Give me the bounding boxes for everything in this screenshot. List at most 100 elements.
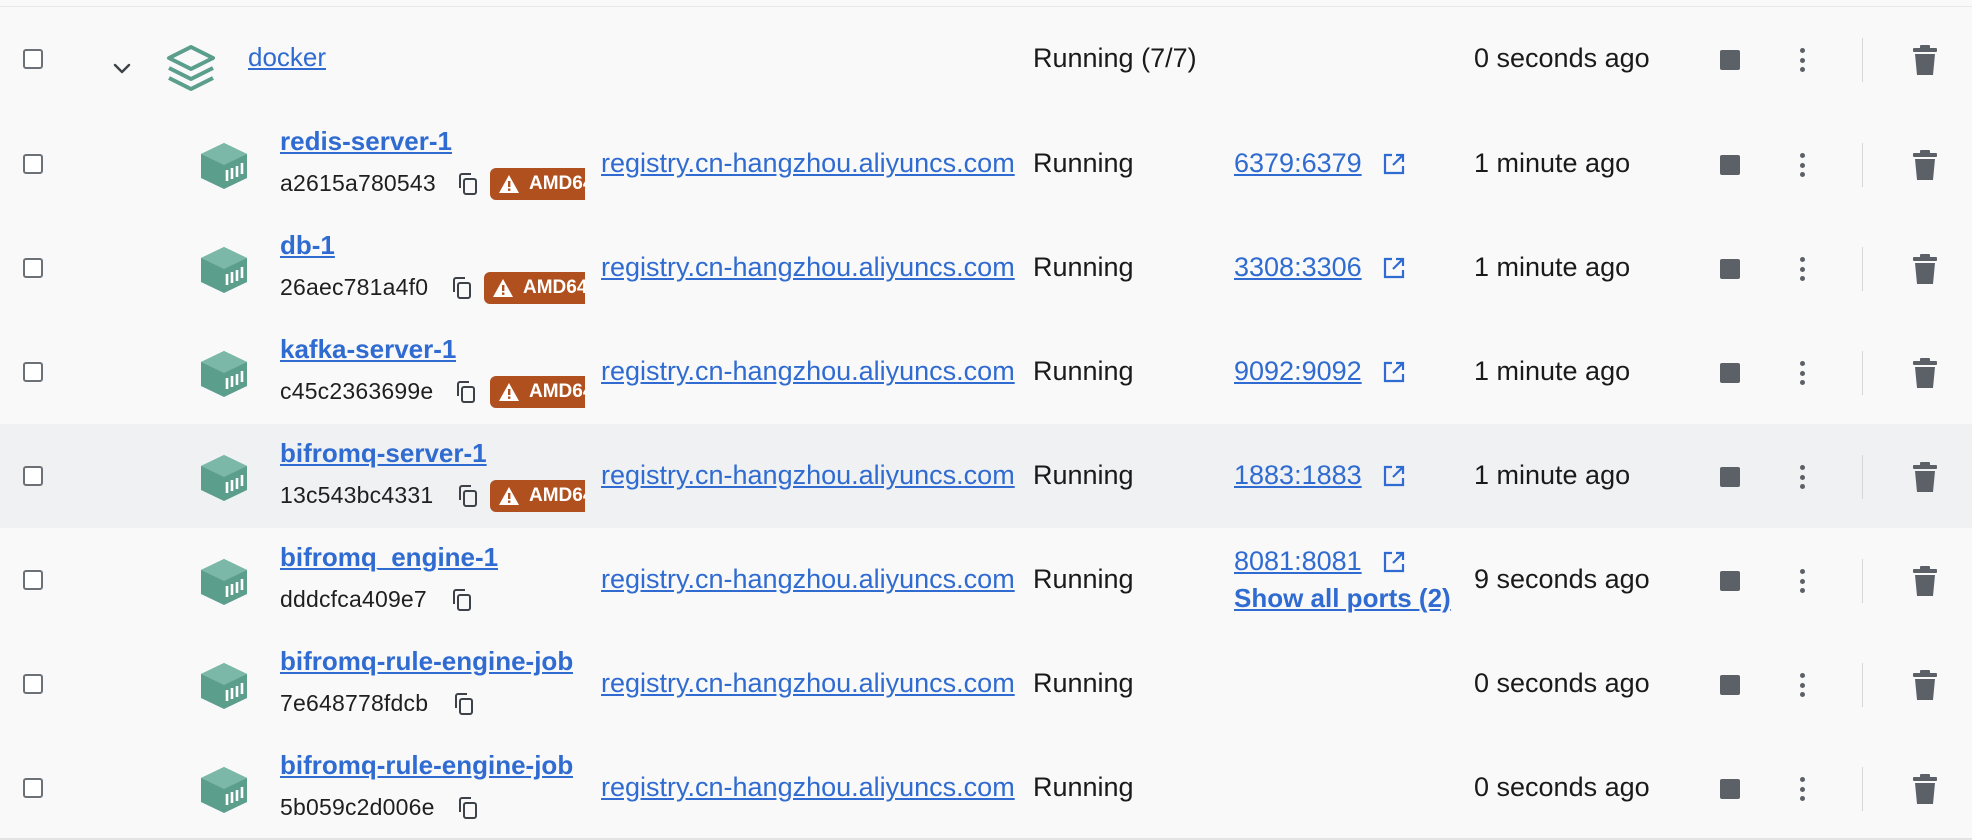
container-id: dddcfca409e7 — [280, 586, 427, 612]
external-link-icon[interactable] — [1382, 550, 1406, 574]
group-name-link[interactable]: docker — [248, 42, 326, 73]
action-divider — [1862, 767, 1863, 811]
compose-group-row[interactable]: docker Running (7/7) 0 seconds ago — [0, 7, 1972, 111]
row-select-checkbox[interactable] — [23, 154, 43, 174]
container-id: c45c2363699e — [280, 378, 434, 404]
external-link-icon[interactable] — [1382, 152, 1406, 176]
container-status: Running — [1033, 252, 1134, 282]
row-select-checkbox[interactable] — [23, 778, 43, 798]
container-icon — [201, 455, 247, 501]
image-link-text[interactable]: registry.cn-hangzhou.aliyuncs.com — [601, 668, 1015, 698]
trash-icon[interactable] — [1912, 461, 1938, 493]
row-select-checkbox[interactable] — [23, 258, 43, 278]
image-link[interactable]: registry.cn-hangzhou.aliyuncs.com — [601, 668, 1019, 699]
container-name-link[interactable]: redis-server-1 — [280, 126, 452, 157]
image-link-text[interactable]: registry.cn-hangzhou.aliyuncs.com — [601, 148, 1015, 178]
stop-button[interactable] — [1720, 155, 1740, 175]
port-link[interactable]: 8081:8081 — [1234, 546, 1362, 577]
more-vertical-icon[interactable] — [1798, 569, 1806, 597]
container-row[interactable]: kafka-server-1 c45c2363699e AMD64 regist… — [0, 320, 1972, 424]
more-vertical-icon[interactable] — [1798, 257, 1806, 285]
image-link-text[interactable]: registry.cn-hangzhou.aliyuncs.com — [601, 564, 1015, 594]
image-link[interactable]: registry.cn-hangzhou.aliyuncs.com — [601, 252, 1019, 283]
container-name-link[interactable]: bifromq-rule-engine-job — [280, 750, 573, 781]
group-last-started: 0 seconds ago — [1474, 43, 1650, 73]
copy-icon[interactable] — [456, 796, 480, 820]
container-status: Running — [1033, 668, 1134, 698]
trash-icon[interactable] — [1912, 565, 1938, 597]
image-link-text[interactable]: registry.cn-hangzhou.aliyuncs.com — [601, 252, 1015, 282]
external-link-icon[interactable] — [1382, 360, 1406, 384]
stop-button[interactable] — [1720, 675, 1740, 695]
more-vertical-icon[interactable] — [1798, 465, 1806, 493]
port-link[interactable]: 1883:1883 — [1234, 460, 1362, 491]
image-link-text[interactable]: registry.cn-hangzhou.aliyuncs.com — [601, 356, 1015, 386]
container-row[interactable]: bifromq-rule-engine-job 7e648778fdcb reg… — [0, 632, 1972, 736]
more-vertical-icon[interactable] — [1798, 361, 1806, 389]
group-more-vertical-icon[interactable] — [1798, 48, 1806, 76]
action-divider — [1862, 38, 1863, 82]
stop-button[interactable] — [1720, 259, 1740, 279]
port-link[interactable]: 6379:6379 — [1234, 148, 1362, 179]
last-started: 1 minute ago — [1474, 460, 1631, 490]
copy-icon[interactable] — [450, 588, 474, 612]
row-select-checkbox[interactable] — [23, 362, 43, 382]
more-vertical-icon[interactable] — [1798, 153, 1806, 181]
container-name-link[interactable]: bifromq_engine-1 — [280, 542, 498, 573]
container-row[interactable]: bifromq-rule-engine-job 5b059c2d006e reg… — [0, 736, 1972, 840]
group-stop-button[interactable] — [1720, 50, 1740, 70]
image-link[interactable]: registry.cn-hangzhou.aliyuncs.com — [601, 564, 1019, 595]
platform-badge: AMD64 — [484, 272, 585, 304]
container-name-link[interactable]: kafka-server-1 — [280, 334, 456, 365]
warning-icon — [499, 487, 519, 505]
trash-icon[interactable] — [1912, 669, 1938, 701]
row-select-checkbox[interactable] — [23, 570, 43, 590]
container-name-link[interactable]: db-1 — [280, 230, 335, 261]
container-row[interactable]: bifromq-server-1 13c543bc4331 AMD64 regi… — [0, 424, 1972, 528]
trash-icon[interactable] — [1912, 149, 1938, 181]
external-link-icon[interactable] — [1382, 256, 1406, 280]
copy-icon[interactable] — [452, 692, 476, 716]
container-name-link[interactable]: bifromq-rule-engine-job — [280, 646, 573, 677]
image-link-text[interactable]: registry.cn-hangzhou.aliyuncs.com — [601, 460, 1015, 490]
last-started: 0 seconds ago — [1474, 668, 1650, 698]
container-row[interactable]: redis-server-1 a2615a780543 AMD64 regist… — [0, 112, 1972, 216]
row-select-checkbox[interactable] — [23, 466, 43, 486]
more-vertical-icon[interactable] — [1798, 777, 1806, 805]
show-all-ports-link[interactable]: Show all ports (2) — [1234, 583, 1451, 614]
image-link[interactable]: registry.cn-hangzhou.aliyuncs.com — [601, 772, 1019, 803]
port-link[interactable]: 3308:3306 — [1234, 252, 1362, 283]
image-link[interactable]: registry.cn-hangzhou.aliyuncs.com — [601, 460, 1019, 491]
stop-button[interactable] — [1720, 363, 1740, 383]
more-vertical-icon[interactable] — [1798, 673, 1806, 701]
action-divider — [1862, 663, 1863, 707]
container-name-link[interactable]: bifromq-server-1 — [280, 438, 487, 469]
warning-icon — [499, 175, 519, 193]
container-row[interactable]: db-1 26aec781a4f0 AMD64 registry.cn-hang… — [0, 216, 1972, 320]
image-link-text[interactable]: registry.cn-hangzhou.aliyuncs.com — [601, 772, 1015, 802]
chevron-down-icon[interactable] — [110, 57, 134, 81]
platform-badge: AMD64 — [490, 376, 585, 408]
image-link[interactable]: registry.cn-hangzhou.aliyuncs.com — [601, 148, 1019, 179]
trash-icon[interactable] — [1912, 253, 1938, 285]
trash-icon[interactable] — [1912, 357, 1938, 389]
stop-button[interactable] — [1720, 779, 1740, 799]
group-select-checkbox[interactable] — [23, 49, 43, 69]
external-link-icon[interactable] — [1382, 464, 1406, 488]
container-id: 26aec781a4f0 — [280, 274, 429, 300]
stop-button[interactable] — [1720, 467, 1740, 487]
copy-icon[interactable] — [450, 276, 474, 300]
badge-label: AMD64 — [529, 381, 585, 402]
group-trash-icon[interactable] — [1912, 44, 1938, 76]
port-link[interactable]: 9092:9092 — [1234, 356, 1362, 387]
copy-icon[interactable] — [454, 380, 478, 404]
stop-button[interactable] — [1720, 571, 1740, 591]
container-icon — [201, 247, 247, 293]
container-row[interactable]: bifromq_engine-1 dddcfca409e7 registry.c… — [0, 528, 1972, 632]
copy-icon[interactable] — [456, 172, 480, 196]
trash-icon[interactable] — [1912, 773, 1938, 805]
row-select-checkbox[interactable] — [23, 674, 43, 694]
container-icon — [201, 143, 247, 189]
image-link[interactable]: registry.cn-hangzhou.aliyuncs.com — [601, 356, 1019, 387]
copy-icon[interactable] — [456, 484, 480, 508]
